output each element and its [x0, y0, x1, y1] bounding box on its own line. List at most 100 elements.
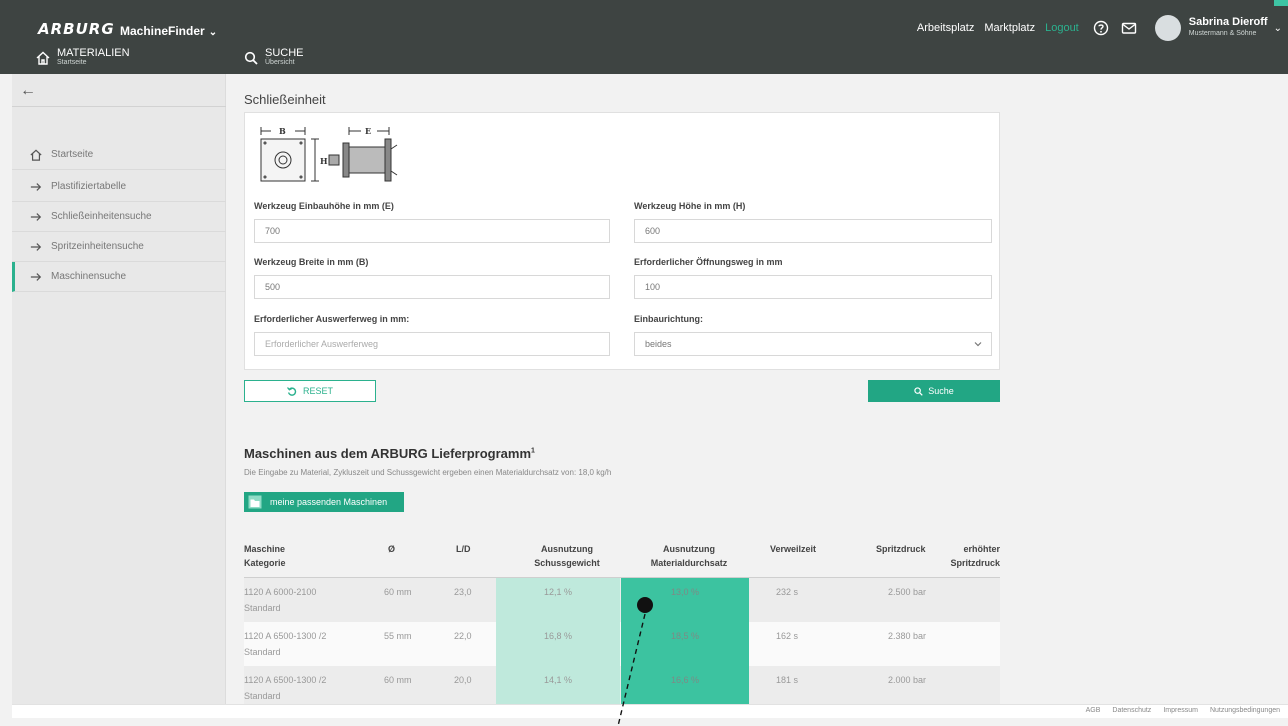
col-verweilzeit[interactable]: Verweilzeit: [770, 542, 816, 556]
cell-verweilzeit: 162 s: [776, 631, 799, 641]
breite-label: Werkzeug Breite in mm (B): [254, 257, 369, 267]
logout-link[interactable]: Logout: [1045, 22, 1079, 34]
nav-search[interactable]: SUCHE Übersicht: [244, 44, 304, 72]
footer-link-agb[interactable]: AGB: [1086, 707, 1101, 714]
footer-link-nutzungsbedingungen[interactable]: Nutzungsbedingungen: [1210, 707, 1280, 714]
col-ausnutzung-schussgewicht[interactable]: Ausnutzung Schussgewicht: [522, 542, 612, 570]
cell-spritzdruck: 2.500 bar: [888, 587, 927, 597]
cell-verweilzeit: 232 s: [776, 587, 799, 597]
folder-star-icon: [248, 495, 262, 509]
top-bar: ARBURG MachineFinder ⌄ MATERIALIEN Starts…: [0, 0, 1288, 74]
hoehe-input[interactable]: 600: [634, 219, 992, 243]
sidebar-item-label: Startseite: [51, 149, 94, 160]
table-header: Maschine Kategorie Ø L/D Ausnutzung Schuss…: [244, 536, 1000, 578]
sidebar-item-maschinensuche[interactable]: Maschinensuche: [12, 262, 226, 292]
arburg-logo[interactable]: ARBURG: [38, 20, 115, 38]
results-description: Die Eingabe zu Material, Zykluszeit und …: [244, 468, 612, 477]
sidebar-item-schliesseinheitensuche[interactable]: Schließeinheitensuche: [12, 202, 226, 232]
user-company: Mustermann & Söhne: [1188, 30, 1257, 37]
nav-search-sub: Übersicht: [265, 59, 295, 66]
annotation-leader-line: [617, 613, 646, 726]
avatar[interactable]: [1154, 15, 1181, 41]
col-maschine[interactable]: Maschine Kategorie: [244, 542, 286, 570]
cell-schuss: 12,1 %: [543, 587, 573, 597]
cell-schuss: 14,1 %: [543, 675, 573, 685]
link-arbeitsplatz[interactable]: Arbeitsplatz: [917, 22, 974, 34]
oeffnungsweg-label: Erforderlicher Öffnungsweg in mm: [634, 257, 783, 267]
sidebar-item-spritzeinheitensuche[interactable]: Spritzeinheitensuche: [12, 232, 226, 262]
cell-maschine: 1120 A 6000-2100 Standard: [244, 587, 317, 613]
dim-label-e: E: [365, 126, 371, 136]
my-machines-button[interactable]: meine passenden Maschinen: [244, 492, 404, 512]
clamping-unit-form: B E H Werkzeug Einbauhöhe in mm (E) 700 …: [244, 112, 1000, 370]
dim-label-b: B: [279, 126, 286, 136]
auswerferweg-label: Erforderlicher Auswerferweg in mm:: [254, 314, 410, 324]
sidebar-item-startseite[interactable]: Startseite: [12, 140, 226, 170]
search-icon: [244, 51, 258, 65]
results-title-text: Maschinen aus dem ARBURG Lieferprogramm: [244, 446, 532, 461]
einbaurichtung-select[interactable]: beides: [634, 332, 992, 356]
my-machines-label: meine passenden Maschinen: [270, 497, 388, 507]
footer-link-impressum[interactable]: Impressum: [1163, 707, 1198, 714]
hoehe-label: Werkzeug Höhe in mm (H): [634, 201, 746, 211]
cell-spritzdruck: 2.380 bar: [888, 631, 927, 641]
cell-maschine: 1120 A 6500-1300 /2 Standard: [244, 675, 327, 701]
nav-search-title: SUCHE: [265, 47, 304, 59]
nav-materials-title: MATERIALIEN: [57, 47, 130, 59]
cell-spritzdruck: 2.000 bar: [888, 675, 927, 685]
back-arrow-icon[interactable]: ←: [20, 82, 36, 100]
chevron-down-icon: ⌄: [208, 27, 218, 38]
arrow-right-icon: [30, 212, 42, 221]
cell-ld: 22,0: [454, 631, 472, 641]
arrow-right-icon: [30, 182, 42, 191]
dim-label-h: H: [320, 156, 328, 166]
cell-ld: 23,0: [454, 587, 472, 597]
home-icon: [30, 148, 42, 161]
einbauhoehe-input[interactable]: 700: [254, 219, 610, 243]
chevron-down-icon[interactable]: ⌄: [1274, 23, 1282, 34]
top-right-nav: Arbeitsplatz Marktplatz Logout Sabrina D…: [917, 15, 1288, 41]
einbaurichtung-label: Einbaurichtung:: [634, 314, 703, 324]
cell-schuss: 16,8 %: [543, 631, 573, 641]
footer-link-datenschutz[interactable]: Datenschutz: [1112, 707, 1151, 714]
link-marktplatz[interactable]: Marktplatz: [984, 22, 1035, 34]
reset-icon: [286, 387, 297, 396]
einbauhoehe-label: Werkzeug Einbauhöhe in mm (E): [254, 201, 394, 211]
sidebar-item-label: Maschinensuche: [51, 271, 127, 282]
search-icon: [914, 386, 923, 396]
app-switcher[interactable]: MachineFinder ⌄: [120, 24, 217, 38]
auswerferweg-input[interactable]: Erforderlicher Auswerferweg: [254, 332, 610, 356]
sidebar-item-plastifiziertabelle[interactable]: Plastifiziertabelle: [12, 172, 226, 202]
col-spritzdruck[interactable]: Spritzdruck: [876, 542, 926, 556]
oeffnungsweg-input[interactable]: 100: [634, 275, 992, 299]
results-title-footnote: 1: [531, 447, 535, 455]
mail-icon[interactable]: [1121, 20, 1137, 36]
col-ld[interactable]: L/D: [456, 542, 471, 556]
chevron-down-icon: [974, 342, 982, 347]
arrow-right-icon: [30, 242, 42, 251]
einbaurichtung-value: beides: [645, 339, 672, 349]
col-durchmesser[interactable]: Ø: [388, 542, 395, 556]
user-menu[interactable]: Sabrina Dieroff Mustermann & Söhne: [1189, 17, 1268, 39]
annotation-marker: [637, 597, 653, 613]
page-title: Schließeinheit: [244, 92, 326, 107]
app-switcher-label: MachineFinder: [120, 24, 205, 38]
user-name: Sabrina Dieroff: [1188, 16, 1268, 28]
sidebar: ← Startseite Plastifiziertabelle Schließ…: [12, 74, 226, 704]
search-button[interactable]: Suche: [868, 380, 1000, 402]
reset-button[interactable]: RESET: [244, 380, 376, 402]
cell-durchmesser: 55 mm: [384, 631, 412, 641]
breite-input[interactable]: 500: [254, 275, 610, 299]
cell-verweilzeit: 181 s: [776, 675, 799, 685]
nav-materials[interactable]: MATERIALIEN Startseite: [36, 44, 236, 72]
arrow-right-icon: [30, 272, 42, 281]
reset-label: RESET: [302, 386, 333, 396]
cell-ld: 20,0: [454, 675, 472, 685]
search-label: Suche: [928, 386, 954, 396]
divider: [12, 106, 226, 107]
help-icon[interactable]: [1093, 20, 1109, 36]
col-ausnutzung-materialdurchsatz[interactable]: Ausnutzung Materialdurchsatz: [639, 542, 739, 570]
col-erhoehter-spritzdruck[interactable]: erhöhter Spritzdruck: [930, 542, 1000, 570]
sidebar-item-label: Schließeinheitensuche: [51, 211, 152, 222]
sidebar-item-label: Spritzeinheitensuche: [51, 241, 144, 252]
